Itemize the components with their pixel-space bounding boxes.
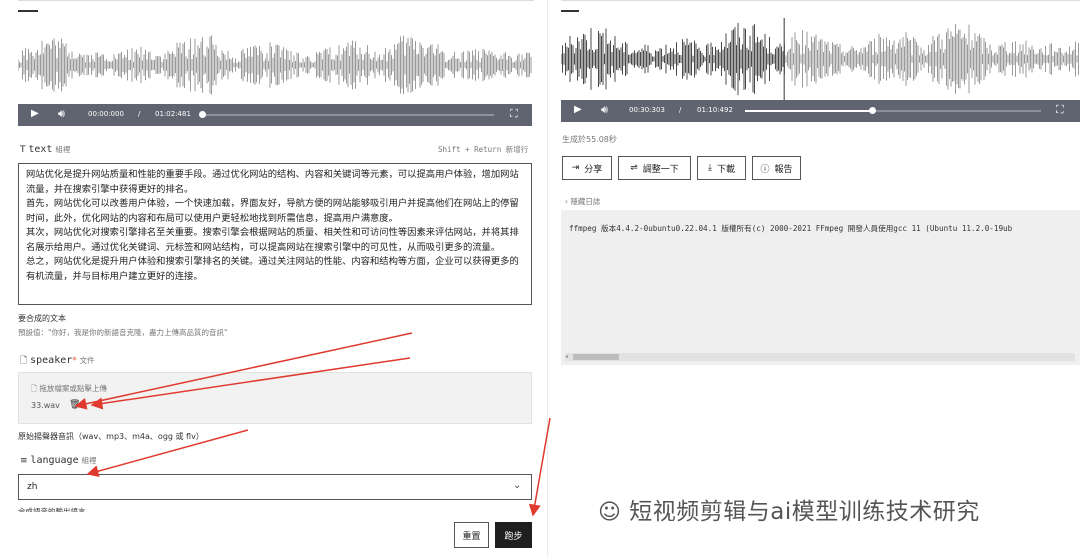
annotation-arrows (74, 332, 551, 517)
annotation-arrow (90, 357, 411, 410)
annotation-arrow (528, 417, 551, 517)
annotation-arrow (86, 429, 249, 478)
annotation-arrow (74, 332, 413, 410)
